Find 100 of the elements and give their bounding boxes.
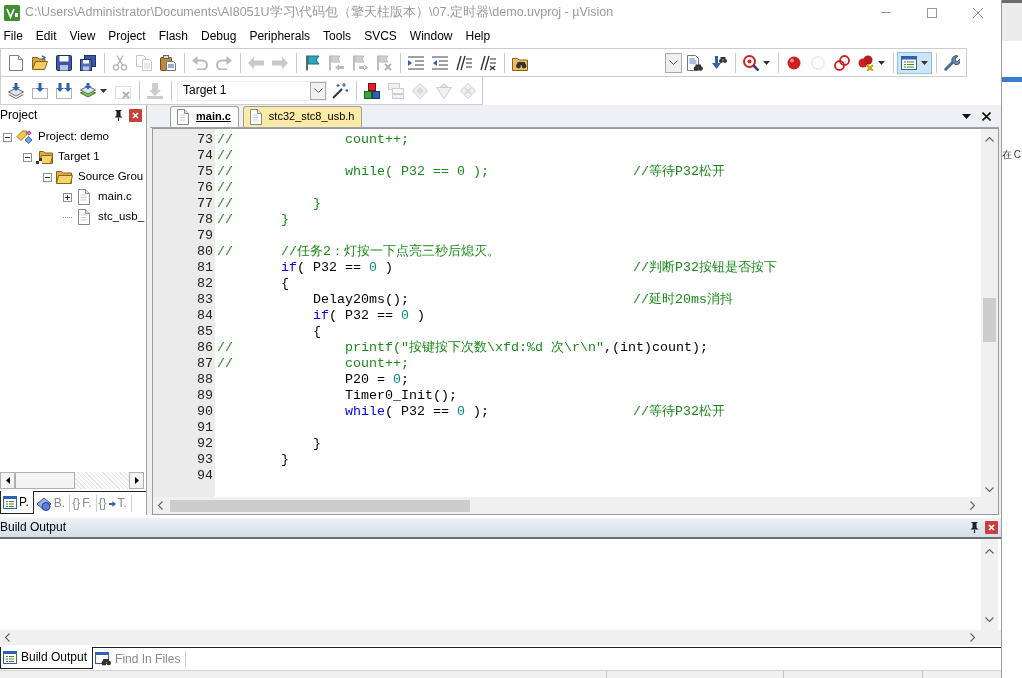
- right-arrow-icon: [272, 56, 288, 69]
- tree-item[interactable]: Target 1: [58, 150, 100, 164]
- rings-icon: [834, 54, 850, 71]
- scroll-right-button[interactable]: [129, 472, 144, 489]
- line-number: 94: [197, 468, 213, 484]
- collapse-icon[interactable]: [23, 152, 32, 162]
- panel-tab[interactable]: {} T.: [96, 495, 132, 512]
- window-layout-button[interactable]: [897, 51, 932, 74]
- blocks-icon: [364, 82, 380, 99]
- chevron-up-icon[interactable]: [985, 549, 994, 554]
- chevron-down-icon: [313, 88, 323, 93]
- chevron-down-icon: [669, 60, 678, 65]
- panel-tab[interactable]: Build Output: [0, 647, 94, 669]
- code-line: // printf("按键按下次数\xfd:%d 次\r\n",(int)count);: [217, 340, 708, 356]
- funnel-icon: [436, 82, 452, 99]
- line-number: 78: [197, 212, 213, 228]
- close-icon[interactable]: [982, 111, 991, 121]
- flag-icon: [304, 54, 320, 71]
- magnifier-icon: [743, 54, 759, 71]
- slashes-lines-icon: [456, 54, 472, 71]
- line-number: 90: [197, 404, 213, 420]
- code-editor[interactable]: [152, 128, 999, 515]
- code-line: }: [281, 452, 289, 468]
- maximize-icon: [927, 7, 937, 18]
- download-icon: [147, 82, 163, 99]
- menu-item[interactable]: SVCS: [357, 26, 404, 46]
- menu-item[interactable]: Debug: [194, 26, 243, 46]
- background-window-text: 在 C: [1002, 149, 1021, 161]
- document-icon: [78, 189, 90, 205]
- chevron-left-icon[interactable]: [5, 633, 10, 642]
- line-number: 82: [197, 276, 213, 292]
- flag-left-arrow-icon: [328, 54, 344, 71]
- line-number: 80: [197, 244, 213, 260]
- scroll-left-button[interactable]: [0, 472, 15, 489]
- minimize-icon: [881, 12, 891, 13]
- window-list-icon: [3, 651, 17, 664]
- code-line: }: [313, 436, 321, 452]
- tree-item[interactable]: Source Grou: [78, 170, 144, 184]
- flag-right-arrow-icon: [352, 54, 368, 71]
- scrollbar-thumb[interactable]: [170, 499, 470, 512]
- chevron-down-icon[interactable]: [985, 487, 994, 492]
- panel-tab[interactable]: {} F.: [70, 495, 97, 512]
- tree-item[interactable]: main.c: [98, 190, 132, 204]
- menu-item[interactable]: Edit: [29, 26, 64, 46]
- caret-down-icon[interactable]: [962, 113, 971, 119]
- editor-tab[interactable]: stc32_stc8_usb.h: [242, 106, 363, 127]
- tree-item[interactable]: Project: demo: [38, 130, 109, 144]
- code-line: {: [281, 276, 289, 292]
- redo-arrow-icon: [216, 55, 232, 70]
- editor-tab[interactable]: main.c: [170, 106, 239, 127]
- pin-icon[interactable]: [114, 109, 123, 121]
- dotted-box-arrow-icon: [32, 82, 48, 99]
- menu-item[interactable]: Peripherals: [242, 26, 317, 46]
- line-number: 89: [197, 388, 213, 404]
- window-binoculars-icon: [95, 652, 112, 666]
- caret-icon: [100, 88, 107, 93]
- menu-item[interactable]: View: [63, 26, 102, 46]
- pages-icon: [136, 54, 152, 71]
- open-folder-icon: [32, 55, 48, 70]
- line-number: 88: [197, 372, 213, 388]
- chevron-down-icon[interactable]: [985, 617, 994, 622]
- diamond-icon: [412, 82, 428, 99]
- menu-item[interactable]: File: [0, 26, 30, 46]
- select-arrow-button[interactable]: [310, 81, 326, 100]
- window-list-icon: [901, 55, 917, 70]
- panel-title: Project: [0, 107, 39, 123]
- triangle-left-icon: [5, 477, 10, 484]
- menu-item[interactable]: Help: [459, 26, 497, 46]
- code-line: // while( P32 == 0 ); //等待P32松开: [217, 164, 725, 180]
- scrollbar-thumb[interactable]: [15, 472, 75, 489]
- target-select[interactable]: Target 1: [177, 80, 327, 101]
- menu-item[interactable]: Project: [101, 26, 153, 46]
- build-output-area[interactable]: [0, 537, 1001, 630]
- tree-item[interactable]: stc_usb_: [98, 210, 145, 224]
- line-number: 75: [197, 164, 213, 180]
- collapse-icon[interactable]: [43, 172, 52, 182]
- left-arrow-icon: [248, 56, 264, 69]
- scrollbar-thumb[interactable]: [983, 298, 996, 342]
- menu-item[interactable]: Window: [403, 26, 459, 46]
- line-number: 79: [197, 228, 213, 244]
- chevron-up-icon[interactable]: [985, 137, 994, 142]
- collapse-icon[interactable]: [3, 132, 12, 142]
- code-line: while( P32 == 0 ); //等待P32松开: [345, 404, 725, 420]
- panel-tab[interactable]: P.: [0, 491, 34, 514]
- code-line: // //任务2：灯按一下点亮三秒后熄灭。: [217, 244, 500, 260]
- outdent-icon: [432, 55, 448, 70]
- expand-icon[interactable]: [63, 192, 72, 202]
- pin-icon[interactable]: [970, 522, 979, 533]
- menu-item[interactable]: Flash: [152, 26, 195, 46]
- chevron-left-icon[interactable]: [158, 501, 163, 510]
- floppy-disks-icon: [80, 54, 96, 71]
- code-line: // count++;: [217, 132, 409, 148]
- chevron-right-icon[interactable]: [970, 633, 975, 642]
- menu-item[interactable]: Tools: [316, 26, 358, 46]
- panel-title: Build Output: [0, 520, 68, 535]
- code-line: //: [217, 148, 233, 164]
- layers-arrow-icon: [80, 83, 96, 98]
- code-line: // count++;: [217, 356, 409, 372]
- document-icon: [177, 109, 189, 125]
- chevron-right-icon[interactable]: [970, 501, 975, 510]
